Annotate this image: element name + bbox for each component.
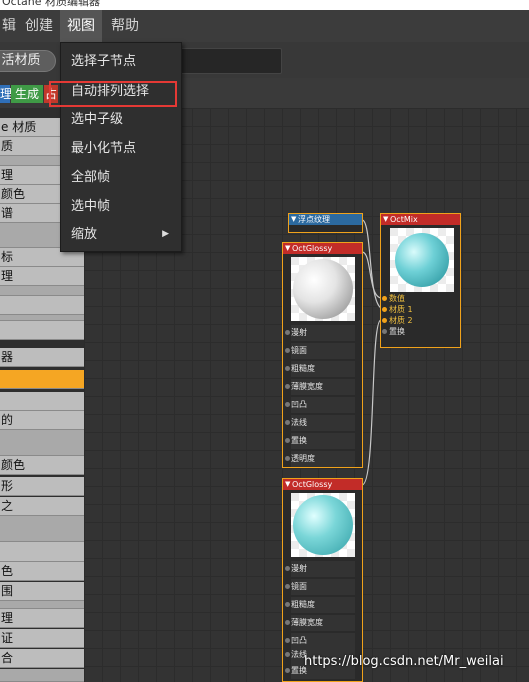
collapse-triangle-icon[interactable]: ▼: [285, 243, 290, 254]
octglossy-node-1[interactable]: ▼ OctGlossy 漫射 镜面 粗糙度 薄膜宽度 凹凸 法线 置换 透明度: [282, 242, 363, 468]
input-port[interactable]: 置换: [382, 326, 405, 337]
material-preview: [291, 257, 355, 321]
node-title: 浮点纹理: [298, 215, 330, 224]
input-port[interactable]: 薄膜宽度: [285, 379, 355, 395]
input-port[interactable]: 镜面: [285, 579, 355, 595]
menu-item-frame-selected[interactable]: 选中帧: [61, 192, 181, 221]
material-preview: [291, 493, 355, 557]
preview-sphere: [293, 259, 353, 319]
input-port[interactable]: 镜面: [285, 343, 355, 359]
input-port[interactable]: 粗糙度: [285, 361, 355, 377]
menu-item-minimize-nodes[interactable]: 最小化节点: [61, 134, 181, 163]
watermark: https://blog.csdn.net/Mr_weilai: [304, 654, 504, 669]
zoom-label: 缩放: [71, 227, 98, 242]
node-header[interactable]: ▼ 浮点纹理: [289, 214, 362, 225]
preview-sphere: [293, 495, 353, 555]
menu-item-select-children[interactable]: 选择子节点: [61, 47, 181, 76]
node-header[interactable]: ▼ OctMix: [381, 214, 460, 225]
node-title: OctGlossy: [292, 480, 333, 489]
octmix-node[interactable]: ▼ OctMix 数值 材质 1 材质 2 置换: [380, 213, 461, 348]
menu-item-select-child-level[interactable]: 选中子级: [61, 105, 181, 134]
input-port[interactable]: 法线: [285, 415, 355, 431]
input-port[interactable]: 凹凸: [285, 397, 355, 413]
input-port[interactable]: 数值: [382, 293, 405, 304]
octglossy-node-2[interactable]: ▼ OctGlossy 漫射 镜面 粗糙度 薄膜宽度 凹凸 法线 置换: [282, 478, 363, 682]
node-header[interactable]: ▼ OctGlossy: [283, 479, 362, 490]
menu-item-frame-all[interactable]: 全部帧: [61, 163, 181, 192]
input-port[interactable]: 材质 2: [382, 315, 413, 326]
octane-node-editor: Octane 材质编辑器 辑 创建 视图 帮助 活材质 理 生成 占 4D e …: [0, 0, 529, 682]
input-port[interactable]: 透明度: [285, 451, 355, 467]
material-preview: [390, 228, 454, 292]
view-dropdown-menu: 选择子节点 自动排列选择 选中子级 最小化节点 全部帧 选中帧 缩放 ▶: [49, 42, 182, 252]
node-title: OctGlossy: [292, 244, 333, 253]
collapse-triangle-icon[interactable]: ▼: [383, 214, 388, 225]
highlight-box: [49, 81, 177, 107]
node-header[interactable]: ▼ OctGlossy: [283, 243, 362, 254]
input-port[interactable]: 粗糙度: [285, 597, 355, 613]
preview-sphere: [395, 233, 449, 287]
input-port[interactable]: 漫射: [285, 561, 355, 577]
menu-item-zoom[interactable]: 缩放 ▶: [61, 220, 181, 249]
input-port[interactable]: 置换: [285, 433, 355, 449]
submenu-arrow-icon: ▶: [162, 229, 169, 239]
input-port[interactable]: 薄膜宽度: [285, 615, 355, 631]
input-port[interactable]: 材质 1: [382, 304, 413, 315]
input-port[interactable]: 漫射: [285, 325, 355, 341]
collapse-triangle-icon[interactable]: ▼: [291, 214, 296, 225]
float-texture-node[interactable]: ▼ 浮点纹理: [288, 213, 363, 233]
collapse-triangle-icon[interactable]: ▼: [285, 479, 290, 490]
node-title: OctMix: [390, 215, 418, 224]
